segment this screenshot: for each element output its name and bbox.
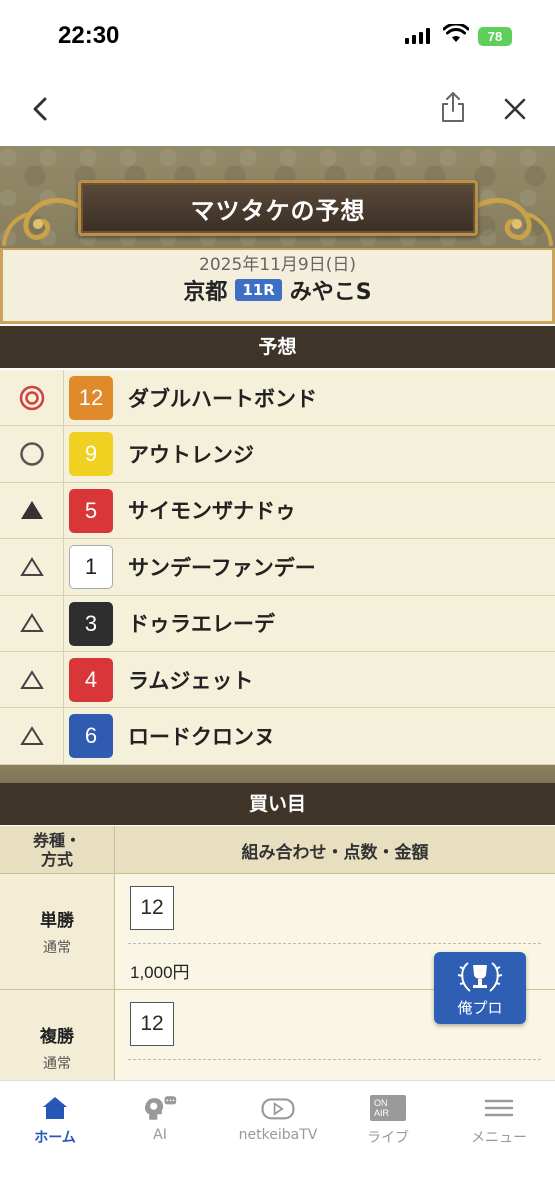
column-header-type: 券種・方式 bbox=[0, 826, 115, 874]
ore-pro-label: 俺プロ bbox=[457, 998, 503, 1017]
ore-pro-button[interactable]: 俺プロ bbox=[434, 952, 526, 1024]
tv-icon bbox=[260, 1093, 296, 1123]
horse-number: 4 bbox=[69, 657, 113, 702]
tab-label: netkeibaTV bbox=[238, 1127, 318, 1143]
signal-icon bbox=[405, 28, 430, 44]
ai-icon bbox=[142, 1093, 178, 1123]
bet-type: 複勝 bbox=[40, 1027, 74, 1047]
prediction-row[interactable]: 3 ドゥラエレーデ bbox=[0, 595, 555, 652]
renka-mark bbox=[0, 651, 64, 708]
horse-number: 3 bbox=[69, 601, 113, 646]
horse-name: ドゥラエレーデ bbox=[128, 612, 275, 637]
race-name: みやこS bbox=[289, 280, 372, 305]
tab-label: ライブ bbox=[367, 1130, 409, 1146]
status-bar: 22:30 78 bbox=[0, 0, 555, 72]
renka-mark bbox=[0, 539, 64, 595]
page-title: マツタケの予想 bbox=[190, 196, 366, 225]
tab-label: ホーム bbox=[34, 1130, 76, 1146]
tanana-mark bbox=[0, 482, 64, 539]
horse-name: ダブルハートボンド bbox=[128, 386, 317, 411]
renka-mark bbox=[0, 595, 64, 651]
prediction-list: 12 ダブルハートボンド 9 アウトレンジ 5 サイモンザナドゥ 1 サンデーフ… bbox=[0, 370, 555, 765]
section-divider bbox=[0, 765, 555, 783]
tab-menu[interactable]: メニュー bbox=[449, 1093, 549, 1147]
bet-method: 通常 bbox=[43, 1056, 71, 1072]
back-icon[interactable] bbox=[26, 94, 56, 124]
prediction-row[interactable]: 1 サンデーファンデー bbox=[0, 539, 555, 596]
tab-label: メニュー bbox=[471, 1130, 527, 1146]
tab-netkeibatv[interactable]: netkeibaTV bbox=[228, 1093, 328, 1143]
race-date: 2025年11月9日(日) bbox=[199, 255, 356, 275]
tab-home[interactable]: ホーム bbox=[5, 1093, 105, 1147]
bets-heading: 買い目 bbox=[0, 783, 555, 825]
race-title: 京都 11R みやこS bbox=[3, 274, 552, 306]
column-header-combo: 組み合わせ・点数・金額 bbox=[241, 842, 429, 863]
menu-icon bbox=[481, 1093, 517, 1123]
onair-icon: ON AIR bbox=[370, 1093, 406, 1123]
horse-name: サイモンザナドゥ bbox=[128, 499, 296, 524]
race-info: 2025年11月9日(日) 京都 11R みやこS bbox=[0, 248, 555, 324]
bet-method: 通常 bbox=[43, 940, 71, 956]
bets-table-header: 券種・方式 組み合わせ・点数・金額 bbox=[0, 826, 555, 874]
divider bbox=[128, 943, 541, 944]
prediction-heading: 予想 bbox=[0, 326, 555, 368]
ornament-right-icon bbox=[475, 197, 553, 246]
close-icon[interactable] bbox=[500, 94, 530, 124]
honmei-mark bbox=[0, 370, 64, 426]
nav-bar bbox=[0, 72, 555, 146]
bet-amount: 1,000円 bbox=[130, 963, 190, 982]
horse-number: 6 bbox=[69, 714, 113, 759]
taikou-mark bbox=[0, 426, 64, 482]
title-plate: マツタケの予想 bbox=[78, 180, 478, 236]
horse-name: サンデーファンデー bbox=[128, 555, 316, 580]
horse-number: 5 bbox=[69, 488, 113, 533]
prediction-row[interactable]: 5 サイモンザナドゥ bbox=[0, 482, 555, 540]
tab-label: AI bbox=[153, 1127, 167, 1143]
home-icon bbox=[37, 1093, 73, 1123]
horse-name: ラムジェット bbox=[128, 668, 254, 693]
bet-type-cell: 単勝 通常 bbox=[0, 874, 115, 989]
prediction-row[interactable]: 6 ロードクロンヌ bbox=[0, 708, 555, 765]
horse-number: 1 bbox=[69, 545, 113, 590]
tab-ai[interactable]: AI bbox=[110, 1093, 210, 1143]
battery-icon: 78 bbox=[478, 27, 512, 46]
horse-number: 9 bbox=[69, 432, 113, 477]
tab-bar: ホーム AI netkeibaTV ON AIR ライブ メニュー bbox=[0, 1080, 555, 1200]
horse-number: 12 bbox=[69, 376, 113, 420]
horse-name: ロードクロンヌ bbox=[128, 725, 275, 750]
renka-mark bbox=[0, 708, 64, 764]
wifi-icon bbox=[443, 24, 469, 42]
prediction-row[interactable]: 9 アウトレンジ bbox=[0, 426, 555, 483]
tab-live[interactable]: ON AIR ライブ bbox=[338, 1093, 438, 1147]
horse-name: アウトレンジ bbox=[128, 443, 254, 468]
prediction-row[interactable]: 4 ラムジェット bbox=[0, 651, 555, 709]
trophy-laurel-icon bbox=[457, 961, 503, 992]
race-number-badge: 11R bbox=[235, 279, 282, 301]
prediction-row[interactable]: 12 ダブルハートボンド bbox=[0, 370, 555, 427]
share-icon[interactable] bbox=[438, 90, 468, 124]
ornament-left-icon bbox=[2, 197, 80, 246]
bet-type: 単勝 bbox=[40, 911, 74, 931]
bet-selection: 12 bbox=[130, 1002, 174, 1046]
race-venue: 京都 bbox=[183, 280, 228, 305]
divider bbox=[128, 1059, 541, 1060]
status-time: 22:30 bbox=[58, 22, 120, 49]
bet-selection: 12 bbox=[130, 886, 174, 930]
